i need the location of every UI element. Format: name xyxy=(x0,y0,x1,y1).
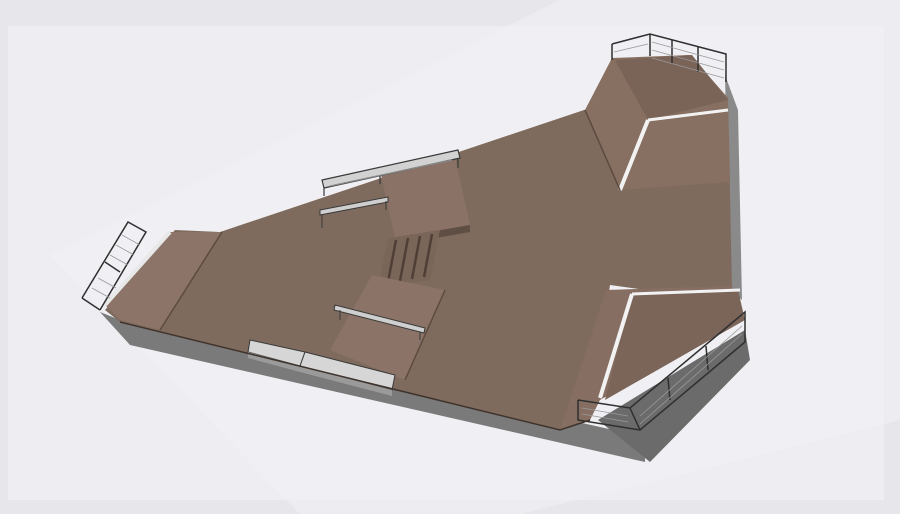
skatepark-render xyxy=(50,0,900,514)
viewport xyxy=(0,0,900,514)
